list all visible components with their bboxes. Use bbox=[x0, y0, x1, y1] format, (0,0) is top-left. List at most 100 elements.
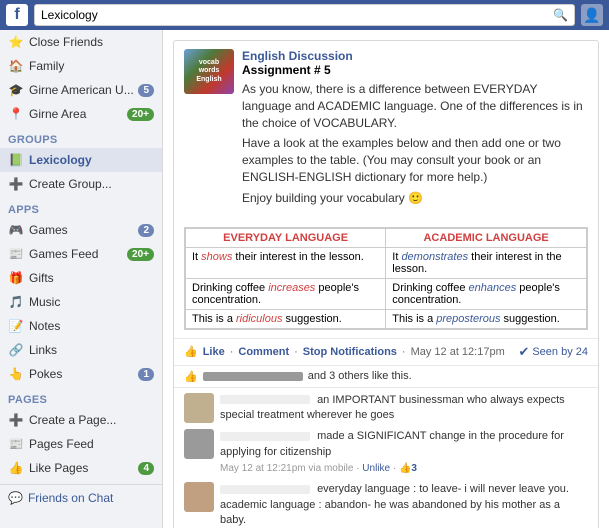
highlight-demonstrates: demonstrates bbox=[401, 251, 468, 263]
comment-item: an IMPORTANT businessman who always expe… bbox=[184, 393, 588, 424]
family-icon: 🏠 bbox=[8, 58, 24, 74]
sidebar: ⭐ Close Friends 🏠 Family 🎓 Girne America… bbox=[0, 30, 163, 528]
like-pages-badge: 4 bbox=[138, 462, 154, 475]
liked-bar: 👍 and 3 others like this. bbox=[174, 365, 598, 387]
groups-section-label: GROUPS bbox=[0, 126, 162, 148]
nav-avatar[interactable]: 👤 bbox=[581, 4, 603, 26]
table-cell: This is a preposterous suggestion. bbox=[386, 309, 587, 328]
comment-item: made a SIGNIFICANT change in the procedu… bbox=[184, 429, 588, 476]
notes-icon: 📝 bbox=[8, 318, 24, 334]
highlight-enhances: enhances bbox=[469, 282, 517, 294]
table-row: It shows their interest in the lesson. I… bbox=[186, 247, 587, 278]
top-navigation: f 🔍 👤 bbox=[0, 0, 609, 30]
sidebar-item-girne-area[interactable]: 📍 Girne Area 20+ bbox=[0, 102, 162, 126]
like-button[interactable]: Like bbox=[203, 346, 225, 358]
table-row: Drinking coffee increases people's conce… bbox=[186, 278, 587, 309]
create-group-icon: ➕ bbox=[8, 176, 24, 192]
like-icon: 👍 bbox=[184, 345, 198, 358]
search-bar[interactable]: 🔍 bbox=[34, 4, 575, 26]
seen-count: Seen by 24 bbox=[532, 346, 588, 358]
table-cell: This is a ridiculous suggestion. bbox=[186, 309, 386, 328]
search-icon: 🔍 bbox=[553, 8, 568, 22]
sidebar-item-girne-american[interactable]: 🎓 Girne American U... 5 bbox=[0, 78, 162, 102]
sidebar-item-create-page[interactable]: ➕ Create a Page... bbox=[0, 408, 162, 432]
pokes-badge: 1 bbox=[138, 368, 154, 381]
post-paragraph3: Enjoy building your vocabulary 🙂 bbox=[242, 190, 588, 207]
liked-by-text: and 3 others like this. bbox=[308, 370, 412, 382]
sidebar-item-lexicology[interactable]: 📗 Lexicology bbox=[0, 148, 162, 172]
apps-section-label: APPS bbox=[0, 196, 162, 218]
sidebar-item-close-friends[interactable]: ⭐ Close Friends bbox=[0, 30, 162, 54]
sidebar-item-pages-feed[interactable]: 📰 Pages Feed bbox=[0, 432, 162, 456]
vocab-table: EVERYDAY LANGUAGE ACADEMIC LANGUAGE It s… bbox=[185, 228, 587, 329]
post-paragraph1: As you know, there is a difference betwe… bbox=[242, 81, 588, 131]
sidebar-item-links[interactable]: 🔗 Links bbox=[0, 338, 162, 362]
sidebar-item-music[interactable]: 🎵 Music bbox=[0, 290, 162, 314]
comment-content: everyday language : to leave- i will nev… bbox=[220, 482, 588, 528]
sidebar-item-label: Create Group... bbox=[29, 177, 154, 191]
friends-on-chat[interactable]: 💬 Friends on Chat bbox=[0, 484, 162, 511]
sidebar-item-label: Girne Area bbox=[29, 107, 125, 121]
chat-icon: 💬 bbox=[8, 491, 23, 505]
highlight-shows: shows bbox=[201, 251, 232, 263]
highlight-preposterous: preposterous bbox=[436, 313, 500, 325]
like-pages-icon: 👍 bbox=[8, 460, 24, 476]
comment-avatar bbox=[184, 429, 214, 459]
stop-notifications-button[interactable]: Stop Notifications bbox=[303, 346, 397, 358]
post-author[interactable]: English Discussion bbox=[242, 49, 588, 63]
commenter-name-blurred bbox=[220, 485, 310, 494]
likes-count: 👍3 bbox=[399, 463, 417, 474]
unlike-button[interactable]: Unlike bbox=[362, 463, 390, 474]
sidebar-item-create-group[interactable]: ➕ Create Group... bbox=[0, 172, 162, 196]
close-friends-icon: ⭐ bbox=[8, 34, 24, 50]
sidebar-item-pokes[interactable]: 👆 Pokes 1 bbox=[0, 362, 162, 386]
main-layout: ⭐ Close Friends 🏠 Family 🎓 Girne America… bbox=[0, 30, 609, 528]
separator3: · bbox=[402, 346, 406, 358]
links-icon: 🔗 bbox=[8, 342, 24, 358]
create-page-icon: ➕ bbox=[8, 412, 24, 428]
sidebar-item-label: Music bbox=[29, 295, 154, 309]
main-content: vocabwordsEnglish English Discussion Ass… bbox=[163, 30, 609, 528]
gifts-icon: 🎁 bbox=[8, 270, 24, 286]
like-thumb-icon: 👍 bbox=[184, 370, 198, 383]
sidebar-item-label: Gifts bbox=[29, 271, 154, 285]
sidebar-item-label: Games bbox=[29, 223, 136, 237]
sidebar-item-like-pages[interactable]: 👍 Like Pages 4 bbox=[0, 456, 162, 480]
sidebar-item-games[interactable]: 🎮 Games 2 bbox=[0, 218, 162, 242]
table-cell: Drinking coffee enhances people's concen… bbox=[386, 278, 587, 309]
comment-button[interactable]: Comment bbox=[238, 346, 289, 358]
girne-american-icon: 🎓 bbox=[8, 82, 24, 98]
seen-badge: ✔ Seen by 24 bbox=[518, 344, 588, 360]
sidebar-item-label: Games Feed bbox=[29, 247, 125, 261]
games-feed-icon: 📰 bbox=[8, 246, 24, 262]
post-header: vocabwordsEnglish English Discussion Ass… bbox=[174, 41, 598, 219]
sidebar-item-label: Links bbox=[29, 343, 154, 357]
sidebar-item-label: Create a Page... bbox=[29, 413, 154, 427]
separator2: · bbox=[294, 346, 298, 358]
highlight-increases: increases bbox=[268, 282, 315, 294]
commenter-name-blurred bbox=[220, 395, 310, 404]
comment-section: an IMPORTANT businessman who always expe… bbox=[174, 387, 598, 528]
music-icon: 🎵 bbox=[8, 294, 24, 310]
pages-feed-icon: 📰 bbox=[8, 436, 24, 452]
facebook-logo[interactable]: f bbox=[6, 4, 28, 26]
comment-avatar bbox=[184, 482, 214, 512]
col2-header: ACADEMIC LANGUAGE bbox=[386, 228, 587, 247]
sidebar-item-family[interactable]: 🏠 Family bbox=[0, 54, 162, 78]
girne-area-icon: 📍 bbox=[8, 106, 24, 122]
sidebar-item-label: Pages Feed bbox=[29, 437, 154, 451]
post-footer: 👍 Like · Comment · Stop Notifications · … bbox=[174, 338, 598, 365]
sidebar-item-notes[interactable]: 📝 Notes bbox=[0, 314, 162, 338]
sidebar-item-label: Close Friends bbox=[29, 35, 154, 49]
girne-area-badge: 20+ bbox=[127, 108, 154, 121]
girne-american-badge: 5 bbox=[138, 84, 154, 97]
col1-header: EVERYDAY LANGUAGE bbox=[186, 228, 386, 247]
separator1: · bbox=[230, 346, 234, 358]
sidebar-item-gifts[interactable]: 🎁 Gifts bbox=[0, 266, 162, 290]
sidebar-item-games-feed[interactable]: 📰 Games Feed 20+ bbox=[0, 242, 162, 266]
friends-on-chat-label: Friends on Chat bbox=[28, 491, 113, 505]
commenter-name-blurred bbox=[220, 432, 310, 441]
sidebar-item-label: Lexicology bbox=[29, 153, 154, 167]
games-feed-badge: 20+ bbox=[127, 248, 154, 261]
search-input[interactable] bbox=[41, 8, 553, 22]
